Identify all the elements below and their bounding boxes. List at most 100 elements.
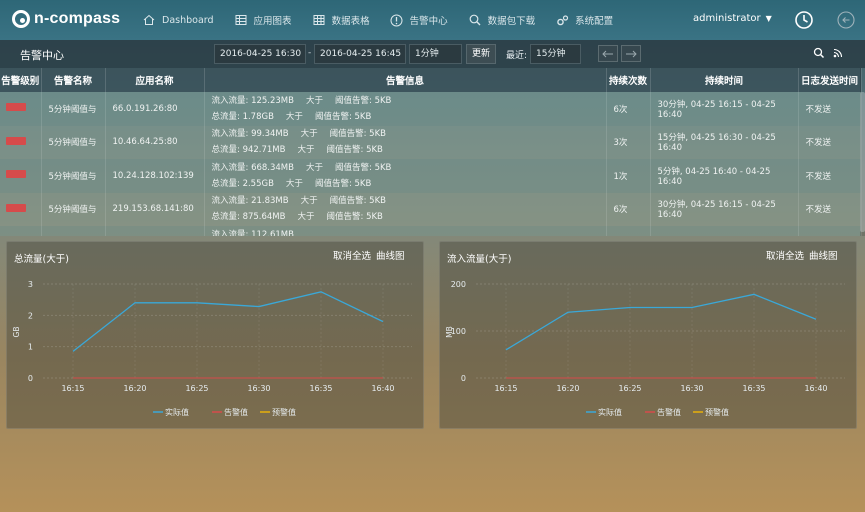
table-row[interactable]: 5分钟阈值与 66.0.191.26:80 流入流量: 125.23MB 大于 阈值告警…: [0, 92, 862, 126]
nav-item-alert-center[interactable]: 告警中心: [390, 13, 448, 27]
col-header-info[interactable]: 告警信息: [204, 68, 607, 92]
x-tick-label: 16:15: [61, 384, 84, 393]
x-tick-label: 16:25: [185, 384, 208, 393]
col-header-app[interactable]: 应用名称: [105, 68, 205, 92]
user-menu[interactable]: administrator ▼: [693, 13, 772, 24]
info-metric: 总流量: 1.78GB: [211, 111, 274, 122]
info-line-inbound: 流入流量: 125.23MB 大于 阈值告警: 5KB: [212, 93, 606, 109]
info-line-inbound: 流入流量: 21.83MB 大于 阈值告警: 5KB: [212, 193, 606, 209]
x-tick-label: 16:40: [371, 384, 394, 393]
col-header-name[interactable]: 告警名称: [41, 68, 106, 92]
nav-label: 告警中心: [409, 16, 448, 27]
info-threshold: 阈值告警: 5KB: [335, 162, 392, 173]
x-tick-label: 16:35: [742, 384, 765, 393]
legend-label: 告警值: [657, 407, 681, 417]
cell-info: 流入流量: 99.34MB 大于 阈值告警: 5KB 总流量: 942.71MB 大于阈…: [204, 125, 607, 159]
home-icon: [142, 13, 156, 27]
series-line-0: [72, 291, 384, 352]
cell-count: 1次: [606, 159, 651, 193]
info-metric: 流入流量: 112.61MB: [211, 229, 294, 236]
table-scroll-thumb[interactable]: [860, 92, 865, 232]
info-operator: 大于: [300, 196, 318, 207]
interval-select[interactable]: 1分钟: [409, 44, 462, 64]
end-time-input[interactable]: 2016-04-25 16:45: [314, 44, 406, 64]
table-row[interactable]: 5分钟阈值与 10.24.128.102:139 流入流量: 668.34MB 大于阈…: [0, 159, 862, 193]
col-header-level[interactable]: 告警级别: [0, 68, 42, 92]
alert-toolbar: 告警中心 2016-04-25 16:30 - 2016-04-25 16:45…: [0, 40, 865, 68]
y-tick-label: 3: [28, 280, 33, 289]
clock-icon[interactable]: [794, 10, 814, 30]
chart-table-icon: [234, 13, 248, 27]
chart-svg: 0100200MB16:15 16:20 16:25 16:30 16:35 16:40实…: [445, 280, 845, 417]
nav-item-app-charts[interactable]: 应用图表: [234, 13, 292, 27]
col-header-duration[interactable]: 持续时间: [650, 68, 799, 92]
cell-info: 流入流量: 125.23MB 大于 阈值告警: 5KB 总流量: 1.78GB 大于 阈值…: [204, 92, 607, 126]
table-row[interactable]: 流入流量: 112.61MB: [0, 226, 862, 236]
recent-label: 最近:: [506, 51, 528, 61]
info-threshold: 阈值告警: 5KB: [335, 95, 392, 106]
cell-info: 流入流量: 21.83MB 大于 阈值告警: 5KB 总流量: 875.64MB 大于阈…: [204, 192, 607, 226]
prev-arrow-icon[interactable]: [598, 45, 618, 62]
logout-icon[interactable]: [836, 10, 856, 30]
series-line-0: [505, 293, 817, 351]
start-time-input[interactable]: 2016-04-25 16:30: [214, 44, 306, 64]
time-separator: -: [308, 48, 312, 58]
cell-log-time: 不发送: [798, 92, 862, 126]
nav-item-data-table[interactable]: 数据表格: [312, 13, 370, 27]
cell-info: 流入流量: 112.61MB: [204, 226, 607, 236]
user-name: administrator: [693, 13, 761, 24]
x-tick-label: 16:15: [494, 384, 517, 393]
recent-select[interactable]: 15分钟: [530, 44, 581, 64]
search-icon[interactable]: [813, 47, 827, 61]
x-tick-label: 16:40: [804, 384, 827, 393]
x-tick-label: 16:20: [123, 384, 146, 393]
gear-icon: [555, 13, 569, 27]
next-arrow-icon[interactable]: [621, 45, 641, 62]
col-header-log-time[interactable]: 日志发送时间: [798, 68, 862, 92]
y-axis-label: GB: [12, 327, 21, 338]
info-threshold: 阈值告警: 5KB: [326, 145, 383, 156]
cell-log-time: 不发送: [798, 159, 862, 193]
info-line-total: 总流量: 1.78GB 大于 阈值告警: 5KB: [212, 109, 606, 125]
col-header-count[interactable]: 持续次数: [606, 68, 651, 92]
nav-item-dashboard[interactable]: Dashboard: [142, 13, 214, 27]
cell-name: 5分钟阈值与: [41, 159, 106, 193]
alert-table: 告警级别 告警名称 应用名称 告警信息 持续次数 持续时间 日志发送时间 5分钟…: [0, 68, 862, 236]
y-tick-label: 0: [461, 374, 466, 383]
info-threshold: 阈值告警: 5KB: [314, 178, 372, 189]
info-operator: 大于: [305, 162, 323, 173]
refresh-button[interactable]: 更新: [466, 44, 496, 64]
table-row[interactable]: 5分钟阈值与 10.46.64.25:80 流入流量: 99.34MB 大于 阈值告警:…: [0, 125, 862, 159]
cell-app: 219.153.68.141:80: [105, 192, 205, 226]
chevron-down-icon: ▼: [765, 14, 772, 23]
info-operator: 大于: [297, 212, 315, 223]
page-title: 告警中心: [20, 49, 64, 62]
alert-level-chip: [6, 136, 26, 145]
nav-item-system-config[interactable]: 系统配置: [555, 13, 613, 27]
info-metric: 总流量: 2.55GB: [211, 178, 274, 189]
nav-label: 系统配置: [575, 16, 614, 27]
broadcast-icon[interactable]: [832, 47, 846, 61]
nav-label: 应用图表: [253, 16, 292, 27]
chart-panel-inbound: 流入流量(大于) 取消全选 曲线图 0 100 200 MB 16:15 16:20 16:…: [439, 241, 857, 429]
y-tick-label: 200: [451, 280, 466, 289]
alert-table-container: 告警级别 告警名称 应用名称 告警信息 持续次数 持续时间 日志发送时间 5分钟…: [0, 68, 865, 236]
cell-info: 流入流量: 668.34MB 大于 阈值告警: 5KB 总流量: 2.55GB 大于 阈值…: [204, 159, 607, 193]
legend-label: 预警值: [705, 407, 729, 417]
info-operator: 大于: [285, 111, 303, 122]
cell-count: 6次: [606, 92, 651, 126]
nav-item-packet-download[interactable]: 数据包下载: [468, 13, 536, 27]
nav-label: 数据包下载: [487, 16, 536, 27]
legend-label: 实际值: [598, 407, 622, 417]
table-row[interactable]: 5分钟阈值与 219.153.68.141:80 流入流量: 21.83MB 大于 阈值…: [0, 192, 862, 226]
info-line-total: 总流量: 2.55GB 大于 阈值告警: 5KB: [212, 176, 606, 192]
cell-log-time: [798, 226, 862, 236]
info-threshold: 阈值告警: 5KB: [329, 196, 386, 207]
cell-level: [0, 159, 42, 193]
info-metric: 流入流量: 125.23MB: [211, 95, 294, 106]
legend-label: 告警值: [224, 407, 248, 417]
x-tick-label: 16:25: [618, 384, 641, 393]
legend-label: 预警值: [272, 407, 296, 417]
info-metric: 流入流量: 99.34MB: [211, 129, 289, 140]
logo[interactable]: n-compass: [12, 10, 120, 28]
